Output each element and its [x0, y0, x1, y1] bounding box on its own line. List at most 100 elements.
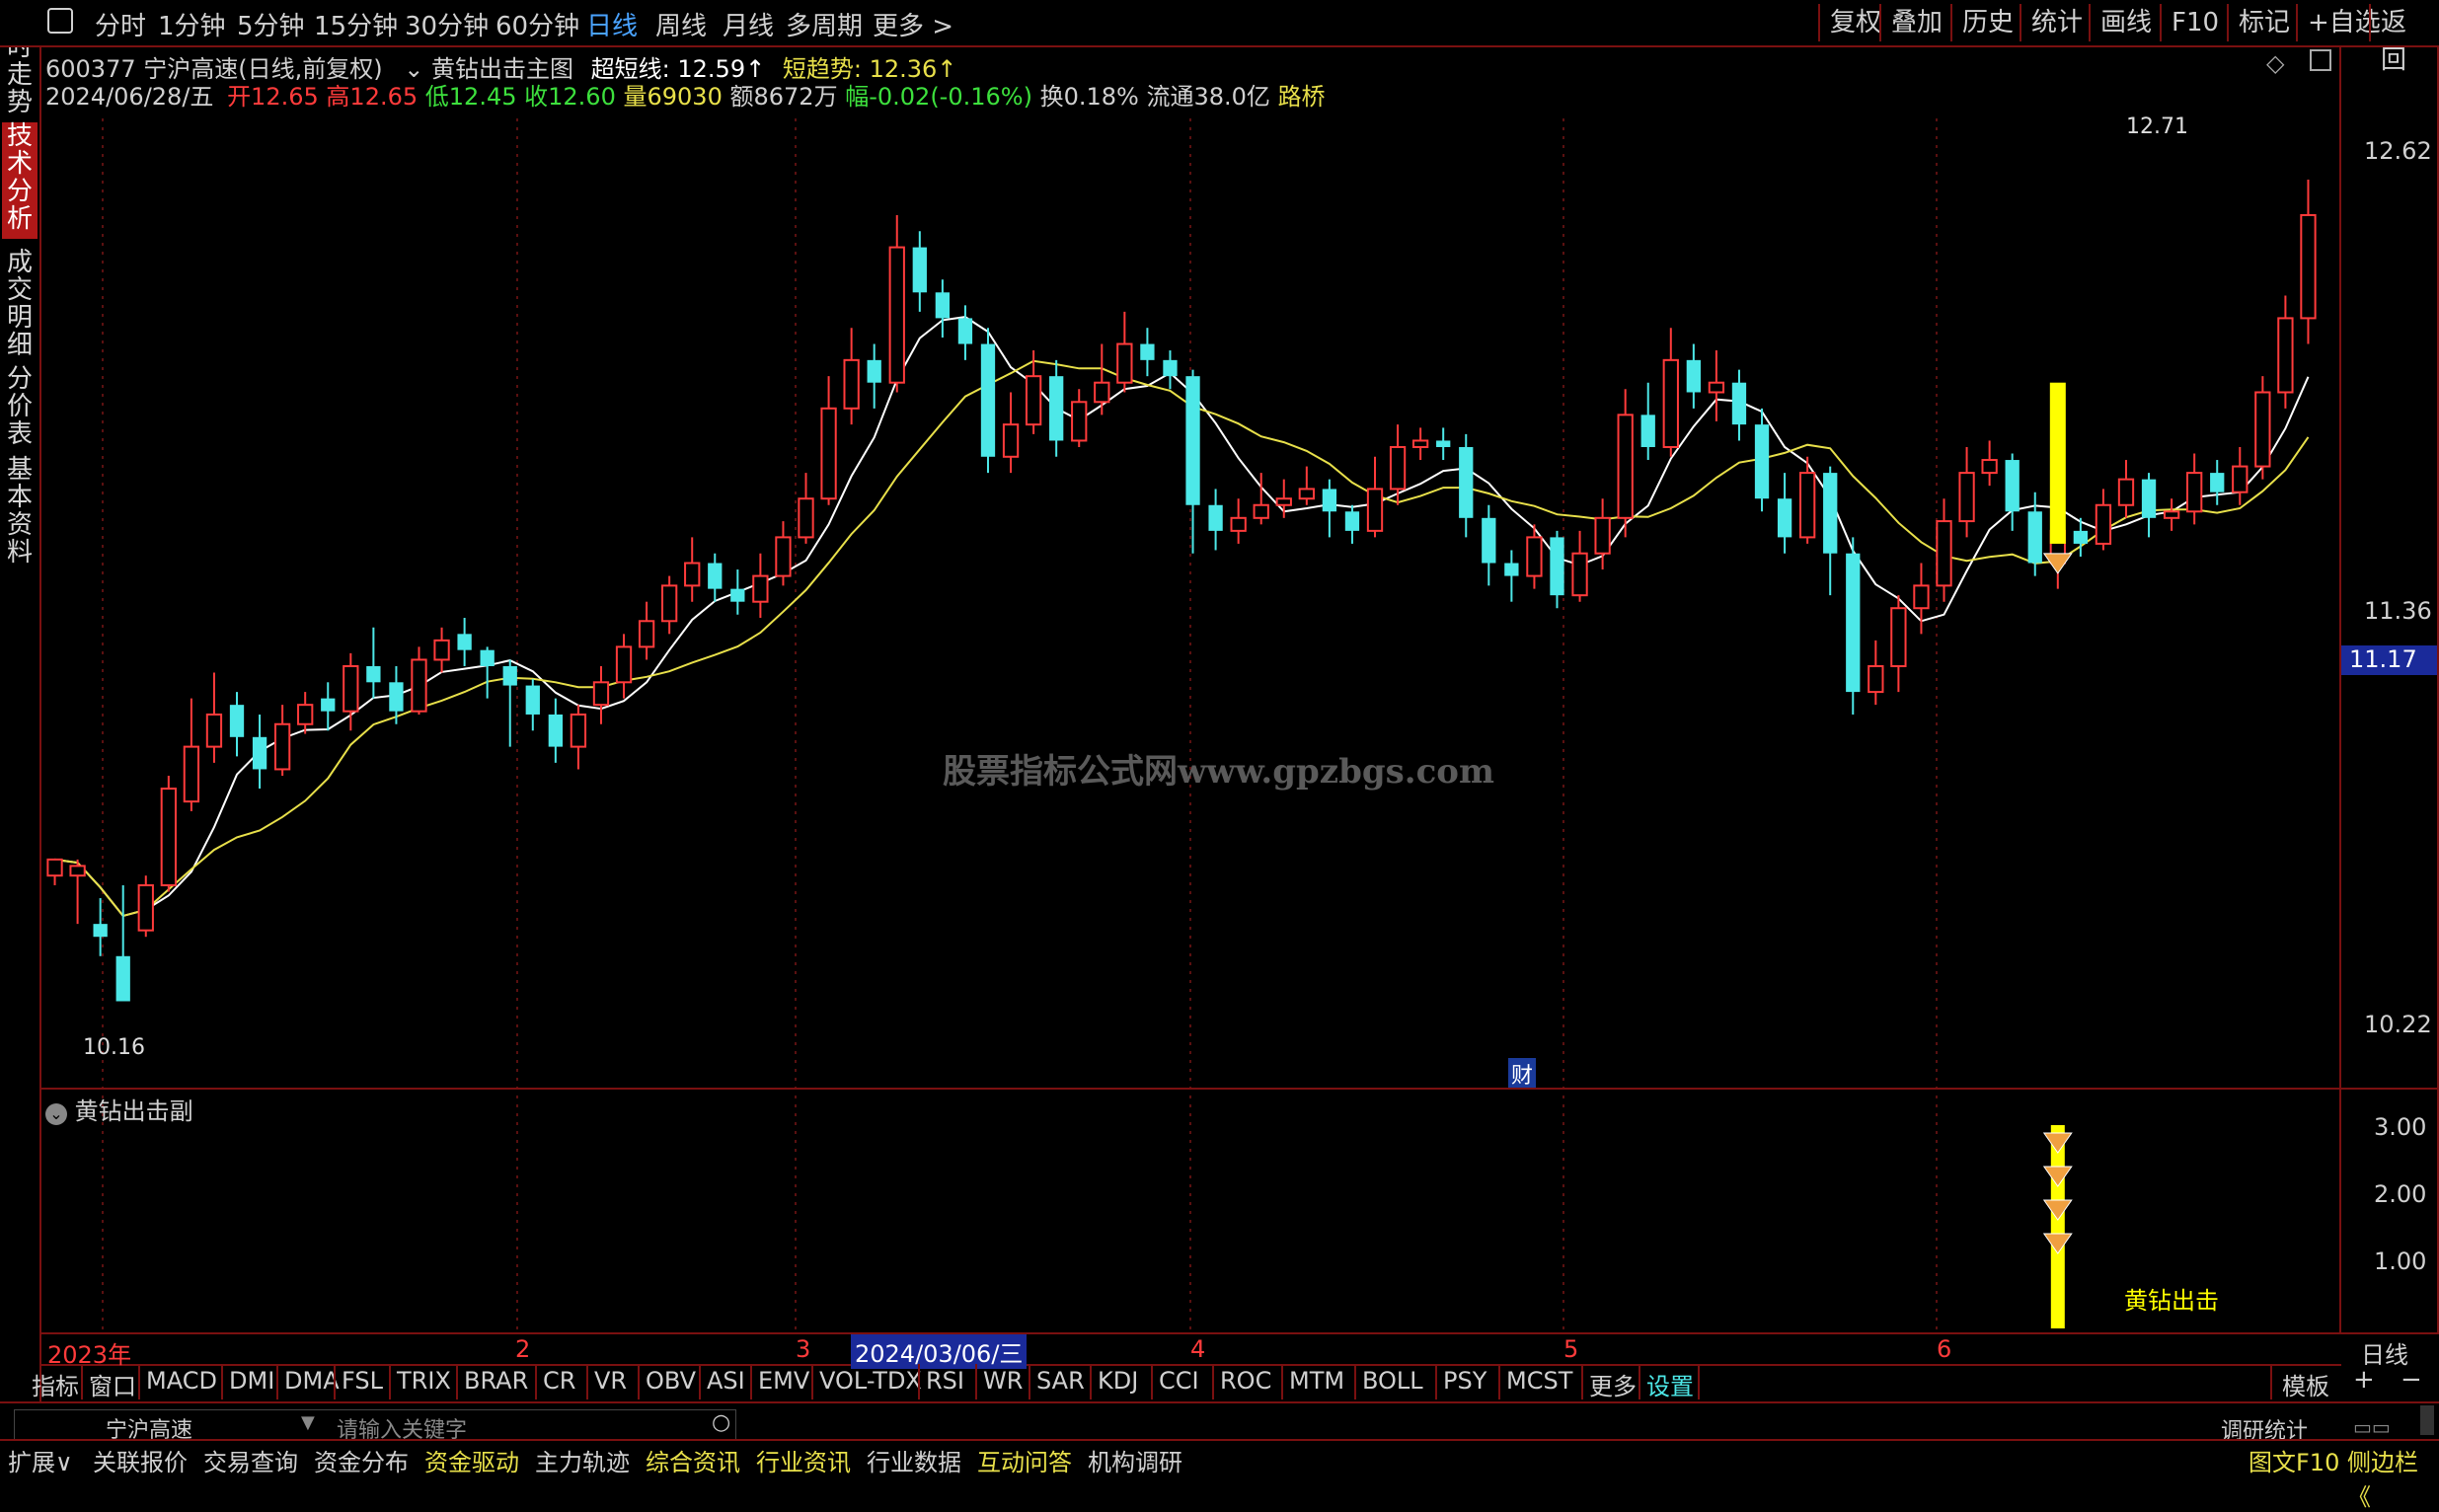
indicator-tab-12[interactable]: EMV: [758, 1367, 809, 1395]
sidebar-toggle[interactable]: 侧边栏《: [2347, 1443, 2439, 1512]
candle-body-up: [1958, 472, 1975, 523]
candle-body-down: [1550, 537, 1564, 596]
candle-body-up: [1230, 516, 1247, 532]
candle-body-up: [1594, 516, 1611, 555]
indicator-tab-2[interactable]: MACD: [146, 1367, 217, 1395]
candle-body-down: [525, 685, 540, 715]
footer-tab-6[interactable]: 综合资讯: [646, 1443, 740, 1477]
candle-body-up: [46, 858, 63, 877]
candle-body-down: [502, 665, 517, 686]
indicator-tab-22[interactable]: PSY: [1443, 1367, 1486, 1395]
tab-separator: [535, 1364, 537, 1399]
footer-tab-7[interactable]: 行业资讯: [756, 1443, 851, 1477]
candle-body-down: [548, 714, 563, 747]
tab-separator: [456, 1364, 458, 1399]
indicator-tab-17[interactable]: KDJ: [1098, 1367, 1138, 1395]
tab-separator: [918, 1364, 920, 1399]
indicator-tab-7[interactable]: BRAR: [464, 1367, 528, 1395]
footer-tab-10[interactable]: 机构调研: [1088, 1443, 1182, 1477]
dropdown-arrow-icon[interactable]: ▼: [301, 1412, 315, 1433]
indicator-tab-0[interactable]: 指标: [32, 1367, 79, 1401]
indicator-tab-19[interactable]: ROC: [1220, 1367, 1271, 1395]
indicator-tab-5[interactable]: FSL: [342, 1367, 383, 1395]
footer-tab-3[interactable]: 资金分布: [314, 1443, 409, 1477]
footer-tab-2[interactable]: 交易查询: [203, 1443, 298, 1477]
candle-body-up: [1617, 414, 1634, 519]
indicator-tab-21[interactable]: BOLL: [1362, 1367, 1423, 1395]
footer-tab-9[interactable]: 互动问答: [977, 1443, 1072, 1477]
date-label-5: 5: [1563, 1335, 1579, 1363]
grid-icon[interactable]: ▭▭: [2353, 1415, 2391, 1439]
f10-button[interactable]: 图文F10: [2248, 1443, 2339, 1477]
candles-group: [46, 180, 2317, 1002]
candle-body-up: [1253, 503, 1269, 519]
candle-body-down: [457, 634, 472, 650]
indicator-tab-14[interactable]: RSI: [926, 1367, 964, 1395]
footer-tab-1[interactable]: 关联报价: [93, 1443, 188, 1477]
candle-body-up: [2277, 317, 2294, 394]
candle-body-down: [1686, 359, 1701, 393]
candle-body-up: [1981, 459, 1998, 475]
indicator-tab-16[interactable]: SAR: [1036, 1367, 1085, 1395]
indicator-tab-6[interactable]: TRIX: [397, 1367, 451, 1395]
candle-body-down: [1322, 489, 1337, 512]
footer-tab-4[interactable]: 资金驱动: [424, 1443, 519, 1477]
candle-body-up: [820, 407, 837, 500]
indicator-tab-13[interactable]: VOL-TDX: [819, 1367, 922, 1395]
template-button[interactable]: 模板: [2282, 1367, 2329, 1401]
indicator-tab-4[interactable]: DMA: [284, 1367, 340, 1395]
indicator-tab-8[interactable]: CR: [543, 1367, 575, 1395]
candle-body-down: [1344, 511, 1360, 531]
candle-body-up: [661, 584, 678, 623]
candle-body-up: [2232, 465, 2248, 493]
tab-separator: [221, 1364, 223, 1399]
candle-body-down: [1640, 415, 1655, 447]
candle-body-down: [480, 649, 495, 666]
tab-separator: [975, 1364, 977, 1399]
candle-body-down: [115, 955, 130, 1002]
zoom-out-button[interactable]: −: [2401, 1365, 2422, 1395]
candle-body-down: [1846, 553, 1861, 693]
finance-event-badge[interactable]: 财: [1508, 1058, 1537, 1090]
candle-body-down: [980, 343, 996, 457]
search-box[interactable]: 宁沪高速 ▼ 请输入关键字 ○: [14, 1409, 736, 1441]
chevron-down-icon[interactable]: ⌄: [45, 1103, 67, 1125]
footer-tab-5[interactable]: 主力轨迹: [535, 1443, 630, 1477]
candle-body-up: [1526, 536, 1543, 577]
candle-body-up: [2254, 391, 2271, 468]
candle-body-up: [2095, 503, 2112, 545]
indicator-tab-9[interactable]: VR: [594, 1367, 627, 1395]
search-icon[interactable]: ○: [712, 1410, 730, 1435]
footer-tab-0[interactable]: 扩展∨: [8, 1443, 73, 1477]
indicator-tab-10[interactable]: OBV: [646, 1367, 696, 1395]
scrollbar[interactable]: [2420, 1405, 2434, 1435]
tab-separator: [1212, 1364, 1214, 1399]
tab-separator: [334, 1364, 336, 1399]
footer-tab-8[interactable]: 行业数据: [867, 1443, 961, 1477]
indicator-tab-11[interactable]: ASI: [707, 1367, 745, 1395]
search-input[interactable]: 请输入关键字: [337, 1412, 467, 1440]
indicator-tab-18[interactable]: CCI: [1159, 1367, 1199, 1395]
candle-body-down: [867, 359, 881, 383]
sub-panel-header: ⌄ 黄钻出击副: [45, 1092, 193, 1126]
signal-bar: [2049, 382, 2066, 544]
candle-body-down: [1459, 446, 1474, 518]
candle-body-up: [69, 865, 86, 877]
search-stock-name: 宁沪高速: [106, 1418, 193, 1441]
indicator-tab-23[interactable]: MCST: [1506, 1367, 1572, 1395]
candle-body-up: [1094, 381, 1110, 404]
indicator-tab-20[interactable]: MTM: [1289, 1367, 1344, 1395]
candle-body-down: [1185, 376, 1200, 505]
indicator-tab-3[interactable]: DMI: [229, 1367, 274, 1395]
zoom-in-button[interactable]: +: [2353, 1365, 2375, 1395]
indicator-tab-25[interactable]: 设置: [1646, 1367, 1694, 1401]
candle-body-up: [1366, 488, 1384, 532]
price-label-mid: 11.36: [2364, 597, 2432, 625]
date-label-4: 4: [1190, 1335, 1206, 1363]
divider: [2270, 1364, 2272, 1399]
indicator-tab-15[interactable]: WR: [983, 1367, 1023, 1395]
indicator-tab-24[interactable]: 更多: [1589, 1367, 1637, 1401]
sub-axis-3: 3.00: [2374, 1113, 2427, 1141]
indicator-tab-1[interactable]: 窗口: [89, 1367, 136, 1401]
candle-body-up: [1867, 664, 1884, 694]
